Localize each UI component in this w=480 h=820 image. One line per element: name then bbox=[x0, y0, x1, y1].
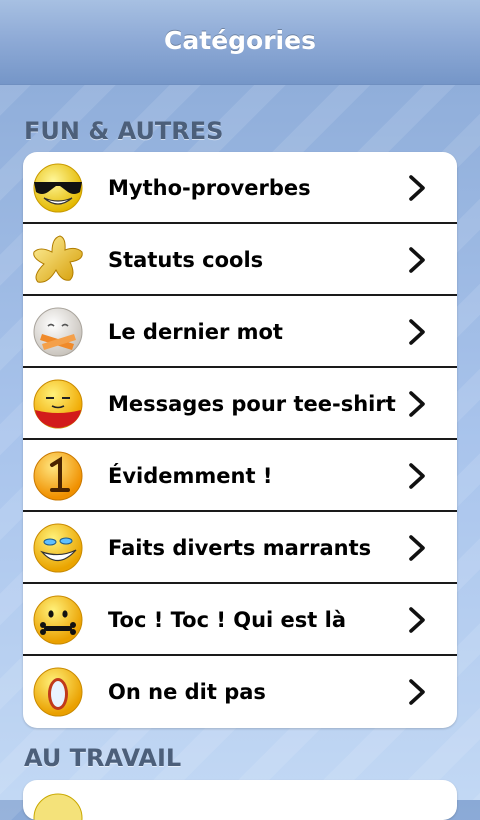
category-list-fun: Mytho-proverbes Statuts cools Le dernier… bbox=[23, 152, 457, 728]
chevron-right-icon bbox=[409, 679, 425, 705]
list-item[interactable] bbox=[23, 780, 457, 820]
gold-star-icon bbox=[33, 235, 83, 283]
chevron-right-icon bbox=[409, 175, 425, 201]
section-header-fun: FUN & AUTRES bbox=[24, 117, 224, 145]
list-item-label: Mytho-proverbes bbox=[108, 176, 311, 200]
chevron-right-icon bbox=[409, 535, 425, 561]
list-item-messages-tee-shirt[interactable]: Messages pour tee-shirt bbox=[23, 368, 457, 440]
list-item-faits-diverts[interactable]: Faits diverts marrants bbox=[23, 512, 457, 584]
title-bar: Catégories bbox=[0, 0, 480, 85]
chevron-right-icon bbox=[409, 319, 425, 345]
list-item-label: Messages pour tee-shirt bbox=[108, 392, 396, 416]
list-item-label: Faits diverts marrants bbox=[108, 536, 372, 560]
list-item-label: On ne dit pas bbox=[108, 680, 266, 704]
chevron-right-icon bbox=[409, 391, 425, 417]
taped-mouth-face-icon bbox=[33, 307, 83, 357]
page-title: Catégories bbox=[164, 26, 316, 55]
mirror-smiley-icon bbox=[33, 667, 83, 717]
smiley-icon bbox=[33, 793, 83, 820]
list-item-toc-toc[interactable]: Toc ! Toc ! Qui est là bbox=[23, 584, 457, 656]
list-item-label: Toc ! Toc ! Qui est là bbox=[108, 608, 346, 632]
sunglasses-smiley-icon bbox=[33, 163, 83, 213]
list-item-label: Statuts cools bbox=[108, 248, 264, 272]
list-item-statuts-cools[interactable]: Statuts cools bbox=[23, 224, 457, 296]
list-item-evidemment[interactable]: Évidemment ! bbox=[23, 440, 457, 512]
category-list-au-travail bbox=[23, 780, 457, 820]
section-header-au-travail: AU TRAVAIL bbox=[24, 744, 182, 772]
list-item-on-ne-dit-pas[interactable]: On ne dit pas bbox=[23, 656, 457, 728]
number-one-smiley-icon bbox=[33, 451, 83, 501]
bone-mouth-smiley-icon bbox=[33, 595, 83, 645]
list-item-label: Le dernier mot bbox=[108, 320, 283, 344]
list-item-label: Évidemment ! bbox=[108, 464, 273, 488]
chevron-right-icon bbox=[409, 247, 425, 273]
list-item-le-dernier-mot[interactable]: Le dernier mot bbox=[23, 296, 457, 368]
list-item-mytho-proverbes[interactable]: Mytho-proverbes bbox=[23, 152, 457, 224]
chevron-right-icon bbox=[409, 607, 425, 633]
chevron-right-icon bbox=[409, 463, 425, 489]
tshirt-smiley-icon bbox=[33, 379, 83, 429]
laughing-smiley-icon bbox=[33, 523, 83, 573]
